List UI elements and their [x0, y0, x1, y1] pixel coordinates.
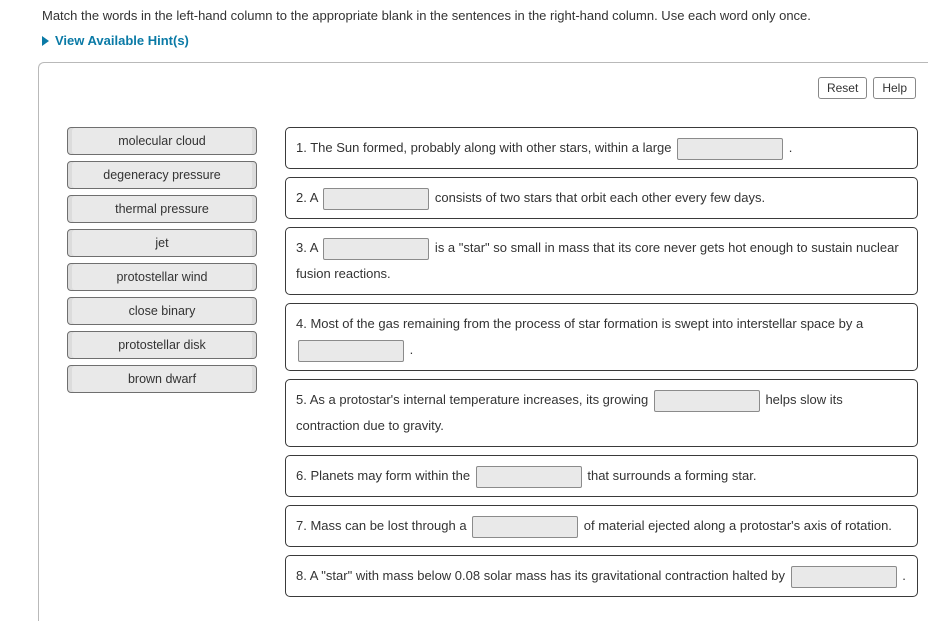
- sentence-1: 1. The Sun formed, probably along with o…: [285, 127, 918, 169]
- reset-button[interactable]: Reset: [818, 77, 867, 99]
- word-item[interactable]: close binary: [67, 297, 257, 325]
- word-item[interactable]: molecular cloud: [67, 127, 257, 155]
- help-button[interactable]: Help: [873, 77, 916, 99]
- sentence-text: 4. Most of the gas remaining from the pr…: [296, 316, 863, 331]
- word-bank: molecular cloud degeneracy pressure ther…: [57, 127, 257, 393]
- hints-label: View Available Hint(s): [55, 33, 189, 48]
- word-item[interactable]: protostellar wind: [67, 263, 257, 291]
- word-item[interactable]: thermal pressure: [67, 195, 257, 223]
- sentence-text: 6. Planets may form within the: [296, 468, 474, 483]
- blank-dropzone[interactable]: [476, 466, 582, 488]
- sentence-text: 3. A: [296, 240, 321, 255]
- instructions-text: Match the words in the left-hand column …: [0, 8, 928, 33]
- word-item[interactable]: jet: [67, 229, 257, 257]
- sentence-text: of material ejected along a protostar's …: [580, 518, 892, 533]
- sentence-column: 1. The Sun formed, probably along with o…: [285, 127, 918, 597]
- view-hints-toggle[interactable]: View Available Hint(s): [0, 33, 928, 62]
- blank-dropzone[interactable]: [654, 390, 760, 412]
- blank-dropzone[interactable]: [472, 516, 578, 538]
- sentence-text: 2. A: [296, 190, 321, 205]
- word-item[interactable]: protostellar disk: [67, 331, 257, 359]
- word-item[interactable]: brown dwarf: [67, 365, 257, 393]
- blank-dropzone[interactable]: [677, 138, 783, 160]
- sentence-text: that surrounds a forming star.: [584, 468, 757, 483]
- sentence-2: 2. A consists of two stars that orbit ea…: [285, 177, 918, 219]
- exercise-panel: Reset Help molecular cloud degeneracy pr…: [38, 62, 928, 621]
- chevron-right-icon: [42, 36, 49, 46]
- sentence-3: 3. A is a "star" so small in mass that i…: [285, 227, 918, 295]
- sentence-text: .: [406, 342, 413, 357]
- blank-dropzone[interactable]: [323, 238, 429, 260]
- sentence-5: 5. As a protostar's internal temperature…: [285, 379, 918, 447]
- blank-dropzone[interactable]: [791, 566, 897, 588]
- sentence-8: 8. A "star" with mass below 0.08 solar m…: [285, 555, 918, 597]
- sentence-6: 6. Planets may form within the that surr…: [285, 455, 918, 497]
- blank-dropzone[interactable]: [298, 340, 404, 362]
- sentence-text: 8. A "star" with mass below 0.08 solar m…: [296, 568, 789, 583]
- sentence-text: 5. As a protostar's internal temperature…: [296, 392, 652, 407]
- sentence-text: .: [899, 568, 906, 583]
- sentence-text: .: [785, 140, 792, 155]
- sentence-text: consists of two stars that orbit each ot…: [431, 190, 765, 205]
- word-item[interactable]: degeneracy pressure: [67, 161, 257, 189]
- sentence-text: 1. The Sun formed, probably along with o…: [296, 140, 675, 155]
- sentence-7: 7. Mass can be lost through a of materia…: [285, 505, 918, 547]
- blank-dropzone[interactable]: [323, 188, 429, 210]
- sentence-4: 4. Most of the gas remaining from the pr…: [285, 303, 918, 371]
- sentence-text: 7. Mass can be lost through a: [296, 518, 470, 533]
